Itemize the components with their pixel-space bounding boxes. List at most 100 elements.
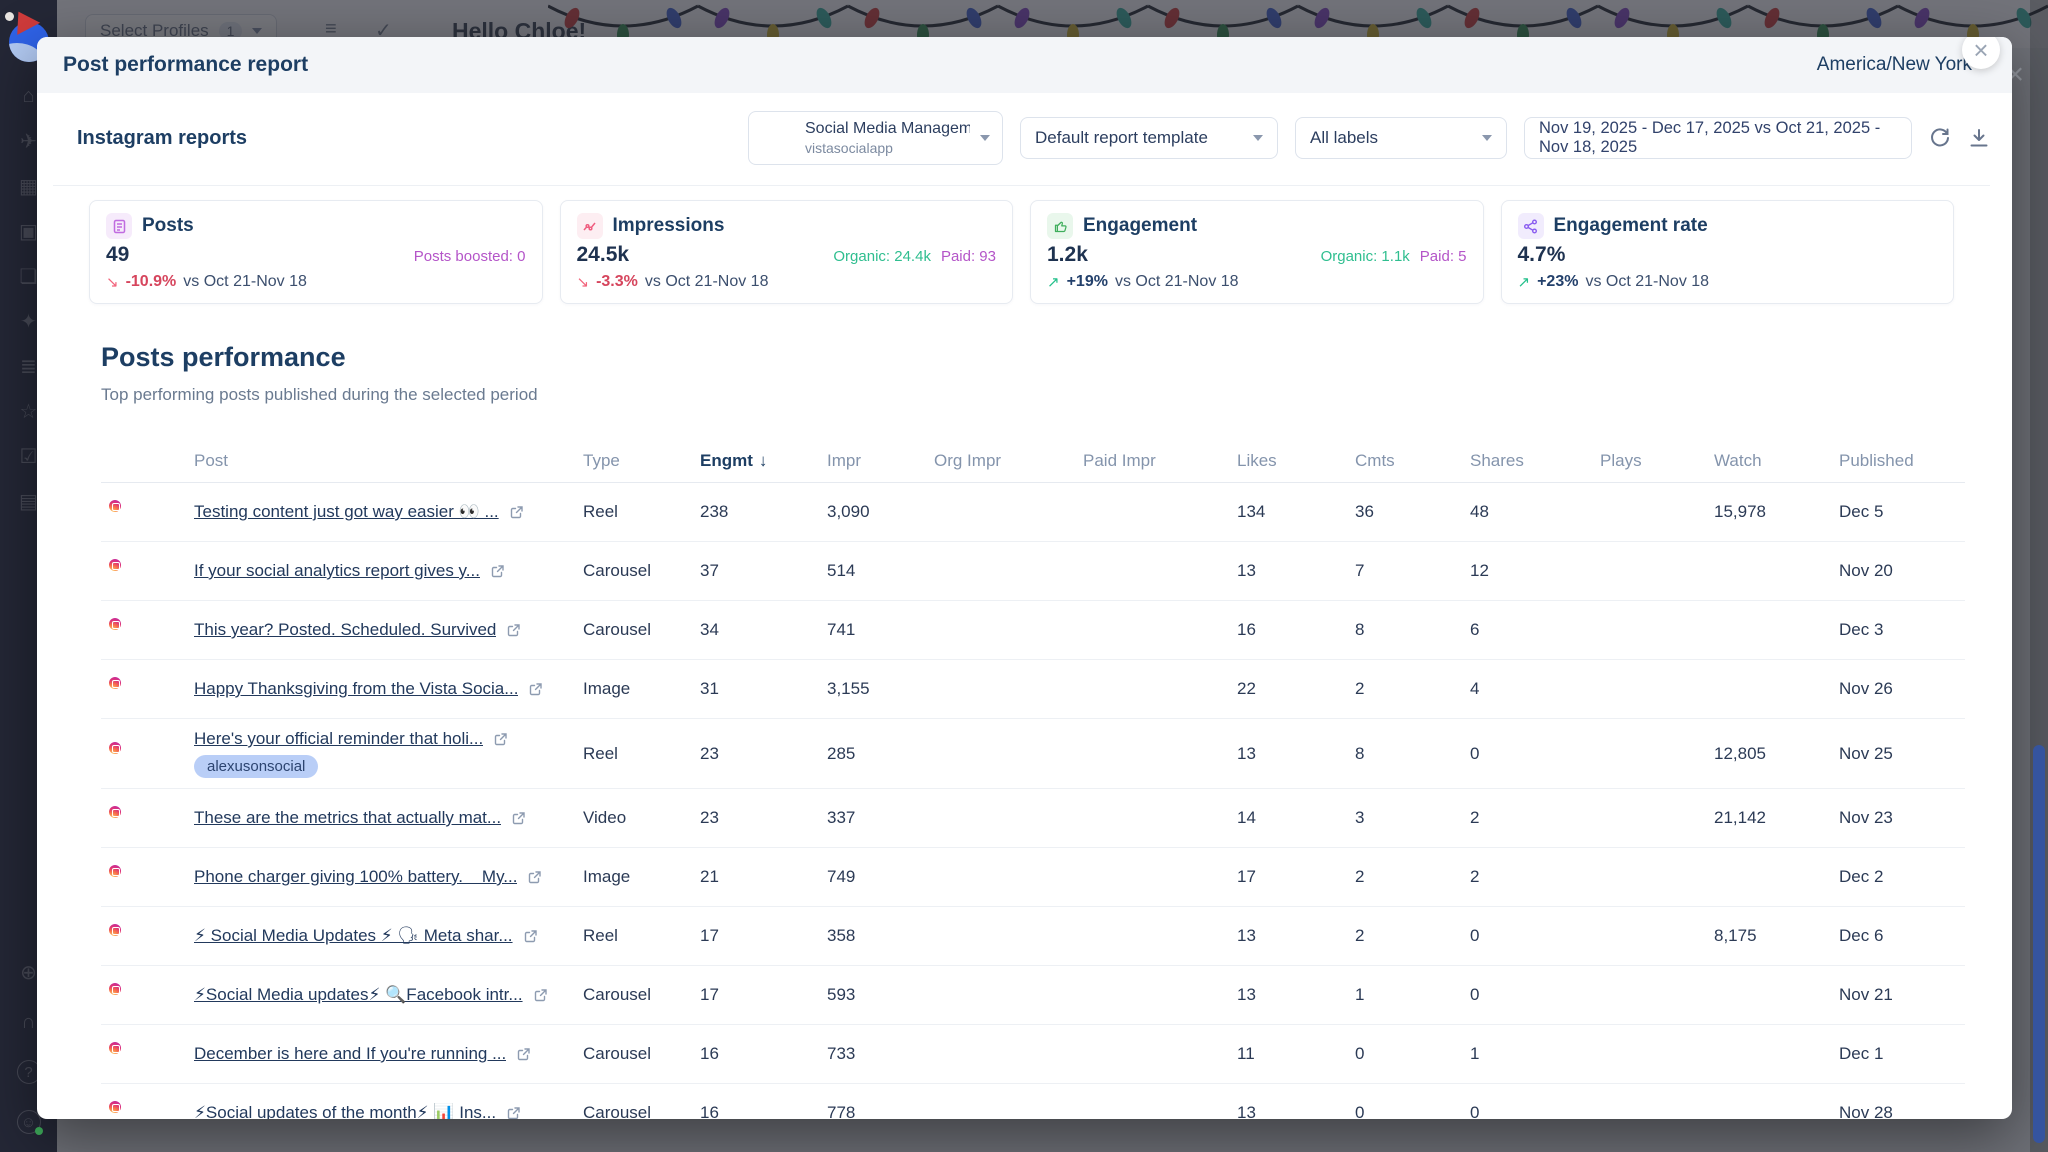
organic-engagement: Organic: 1.1k — [1321, 248, 1410, 265]
report-template-select[interactable]: Default report template — [1020, 117, 1278, 159]
col-plays[interactable]: Plays — [1600, 451, 1714, 471]
cell-likes: 134 — [1237, 502, 1355, 522]
external-link-icon[interactable] — [506, 623, 521, 638]
col-impr[interactable]: Impr — [827, 451, 934, 471]
report-controls: Instagram reports Social Media Managemen… — [53, 111, 1990, 186]
cell-impr: 285 — [827, 744, 934, 764]
compare-period: vs Oct 21-Nov 18 — [183, 273, 307, 291]
compare-period: vs Oct 21-Nov 18 — [1585, 273, 1709, 291]
cell-impr: 3,155 — [827, 679, 934, 699]
profile-select[interactable]: Social Media Management Too vistasociala… — [748, 111, 1003, 165]
cell-likes: 16 — [1237, 620, 1355, 640]
post-title-link[interactable]: Happy Thanksgiving from the Vista Socia.… — [194, 679, 518, 699]
post-title-link[interactable]: Phone charger giving 100% battery. My... — [194, 867, 517, 887]
post-title-link[interactable]: ⚡Social Media updates⚡ 🔍Facebook intr... — [194, 985, 523, 1005]
post-title-link[interactable]: These are the metrics that actually mat.… — [194, 808, 501, 828]
posts-metric-card: Posts 49 Posts boosted: 0 ↘ -10.9% vs Oc… — [89, 200, 543, 304]
post-title-link[interactable]: ⚡ Social Media Updates ⚡ 🗣 Meta shar... — [194, 926, 513, 946]
labels-select[interactable]: All labels — [1295, 117, 1507, 159]
external-link-icon[interactable] — [527, 870, 542, 885]
instagram-badge-icon — [107, 804, 123, 820]
trend-down-icon: ↘ — [106, 273, 119, 291]
cell-engmt: 17 — [700, 985, 827, 1005]
post-title-link[interactable]: Testing content just got way easier 👀 ..… — [194, 502, 499, 522]
cell-engmt: 16 — [700, 1044, 827, 1064]
table-row: Phone charger giving 100% battery. My...… — [101, 848, 1965, 907]
post-title-link[interactable]: ⚡Social updates of the month⚡ 📊 Ins... — [194, 1103, 496, 1119]
cell-type: Carousel — [583, 620, 700, 640]
instagram-badge-icon — [107, 922, 123, 938]
cell-impr: 749 — [827, 867, 934, 887]
external-link-icon[interactable] — [509, 505, 524, 520]
delta-value: +23% — [1537, 273, 1578, 291]
instagram-badge-icon — [107, 498, 123, 514]
col-paid-impr[interactable]: Paid Impr — [1083, 451, 1237, 471]
cell-engmt: 37 — [700, 561, 827, 581]
compare-period: vs Oct 21-Nov 18 — [645, 273, 769, 291]
post-title-link[interactable]: This year? Posted. Scheduled. Survived — [194, 620, 496, 640]
col-engmt[interactable]: Engmt↓ — [700, 451, 827, 471]
cell-published: Nov 25 — [1839, 744, 1965, 764]
download-icon[interactable] — [1968, 127, 1990, 149]
cell-impr: 778 — [827, 1103, 934, 1119]
cell-shares: 0 — [1470, 1103, 1600, 1119]
col-shares[interactable]: Shares — [1470, 451, 1600, 471]
external-link-icon[interactable] — [493, 732, 508, 747]
cell-watch: 15,978 — [1714, 502, 1839, 522]
external-link-icon[interactable] — [516, 1047, 531, 1062]
table-row: These are the metrics that actually mat.… — [101, 789, 1965, 848]
instagram-badge-icon — [107, 1099, 123, 1115]
cell-likes: 13 — [1237, 561, 1355, 581]
col-likes[interactable]: Likes — [1237, 451, 1355, 471]
trend-down-icon: ↘ — [577, 273, 590, 291]
post-title-link[interactable]: December is here and If you're running .… — [194, 1044, 506, 1064]
chevron-down-icon — [980, 135, 990, 141]
external-link-icon[interactable] — [490, 564, 505, 579]
col-watch[interactable]: Watch — [1714, 451, 1839, 471]
cell-type: Reel — [583, 502, 700, 522]
cell-published: Nov 21 — [1839, 985, 1965, 1005]
col-post[interactable]: Post — [194, 451, 583, 471]
card-value: 24.5k — [577, 243, 630, 267]
engagement-rate-metric-card: Engagement rate 4.7% ↗ +23% vs Oct 21-No… — [1501, 200, 1955, 304]
table-row: ⚡ Social Media Updates ⚡ 🗣 Meta shar... … — [101, 907, 1965, 966]
profile-name: Social Media Management Too — [805, 120, 970, 137]
post-label-tag[interactable]: alexusonsocial — [194, 755, 318, 778]
cell-shares: 48 — [1470, 502, 1600, 522]
compare-period: vs Oct 21-Nov 18 — [1115, 273, 1239, 291]
cell-shares: 0 — [1470, 744, 1600, 764]
external-link-icon[interactable] — [533, 988, 548, 1003]
page-scrollbar-thumb[interactable] — [2033, 745, 2045, 1143]
table-row: ⚡Social Media updates⚡ 🔍Facebook intr...… — [101, 966, 1965, 1025]
report-template-value: Default report template — [1035, 128, 1208, 148]
external-link-icon[interactable] — [523, 929, 538, 944]
cell-likes: 13 — [1237, 744, 1355, 764]
trend-up-icon: ↗ — [1518, 273, 1531, 291]
col-type[interactable]: Type — [583, 451, 700, 471]
cell-engmt: 21 — [700, 867, 827, 887]
cell-cmts: 0 — [1355, 1103, 1470, 1119]
col-cmts[interactable]: Cmts — [1355, 451, 1470, 471]
chevron-down-icon — [1253, 135, 1263, 141]
post-title-link[interactable]: Here's your official reminder that holi.… — [194, 729, 483, 749]
external-link-icon[interactable] — [506, 1106, 521, 1120]
cell-likes: 22 — [1237, 679, 1355, 699]
trend-up-icon: ↗ — [1047, 273, 1060, 291]
sort-descending-icon: ↓ — [759, 451, 768, 470]
cell-likes: 11 — [1237, 1044, 1355, 1064]
cell-published: Nov 28 — [1839, 1103, 1965, 1119]
date-range-picker[interactable]: Nov 19, 2025 - Dec 17, 2025 vs Oct 21, 2… — [1524, 117, 1912, 159]
instagram-badge-icon — [107, 740, 123, 756]
page-scrollbar-track[interactable] — [2030, 0, 2048, 1152]
external-link-icon[interactable] — [511, 811, 526, 826]
cell-shares: 1 — [1470, 1044, 1600, 1064]
col-org-impr[interactable]: Org Impr — [934, 451, 1083, 471]
card-label: Engagement — [1083, 215, 1197, 237]
external-link-icon[interactable] — [528, 682, 543, 697]
refresh-icon[interactable] — [1929, 127, 1951, 149]
col-published[interactable]: Published — [1839, 451, 1965, 471]
post-title-link[interactable]: If your social analytics report gives y.… — [194, 561, 480, 581]
user-avatar[interactable]: ☺ — [17, 1110, 41, 1134]
instagram-badge-icon — [107, 557, 123, 573]
cell-shares: 0 — [1470, 926, 1600, 946]
